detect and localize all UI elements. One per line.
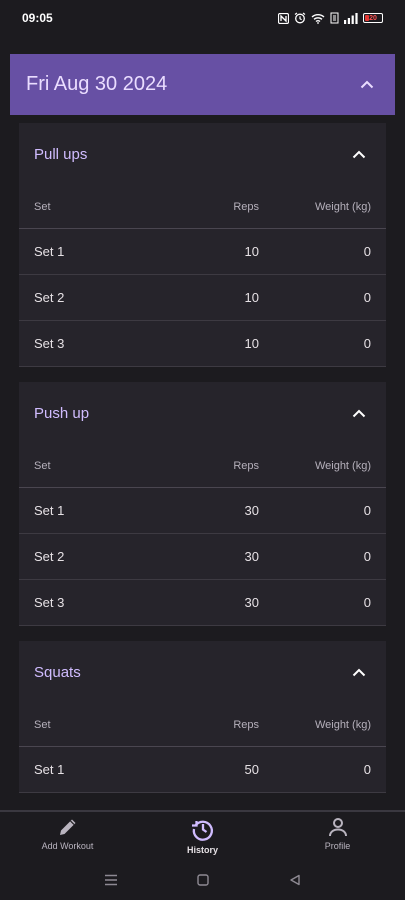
alarm-icon [294,12,306,24]
exercise-name: Squats [34,663,81,681]
header-set: Set [34,718,51,731]
header-reps: Reps [233,718,259,731]
exercise-header[interactable]: Squats [19,641,386,703]
table-row: Set 2 30 0 [19,534,386,580]
signal-icon [344,12,358,24]
volte-icon [330,12,339,24]
cell-reps: 50 [244,762,259,777]
history-icon [191,820,213,841]
cell-weight: 0 [363,244,371,259]
nfc-icon [278,12,289,24]
cell-reps: 30 [244,595,259,610]
cell-weight: 0 [363,336,371,351]
exercise-card-squats: Squats Set Reps Weight (kg) Set 1 50 0 [19,641,386,793]
cell-weight: 0 [363,290,371,305]
header-set: Set [34,459,51,472]
home-button[interactable] [157,874,249,886]
cell-reps: 30 [244,503,259,518]
cell-weight: 0 [363,595,371,610]
battery-icon: 20 [363,13,383,23]
nav-profile[interactable]: Profile [270,812,405,851]
header-weight: Weight (kg) [314,200,371,213]
cell-set: Set 2 [34,549,65,564]
cell-reps: 30 [244,549,259,564]
table-row: Set 2 10 0 [19,275,386,321]
pencil-icon [59,819,75,835]
cell-weight: 0 [363,549,371,564]
chevron-up-icon[interactable] [347,401,371,425]
history-content[interactable]: Fri Aug 30 2024 Pull ups Set Reps Weight… [0,36,405,810]
cell-set: Set 1 [34,762,65,777]
nav-label: Add Workout [41,841,94,851]
date-group-header[interactable]: Fri Aug 30 2024 [10,54,395,115]
chevron-up-icon[interactable] [347,660,371,684]
cell-set: Set 3 [34,336,65,351]
back-button[interactable] [249,874,341,886]
nav-label: History [186,845,218,855]
cell-set: Set 1 [34,503,65,518]
cell-set: Set 1 [34,244,65,259]
recent-apps-button[interactable] [65,874,157,886]
cell-set: Set 2 [34,290,65,305]
person-icon [328,818,347,837]
cell-set: Set 3 [34,595,65,610]
header-weight: Weight (kg) [314,718,371,731]
menu-icon [104,874,117,886]
status-time: 09:05 [22,11,53,25]
cell-weight: 0 [363,762,371,777]
cell-reps: 10 [244,336,259,351]
nav-add-workout[interactable]: Add Workout [0,812,135,851]
wifi-icon [311,13,325,24]
bottom-navigation: Add Workout History Profile [0,810,405,860]
chevron-up-icon[interactable] [355,73,379,97]
table-row: Set 1 10 0 [19,229,386,275]
sets-table-header: Set Reps Weight (kg) [19,185,386,229]
table-row: Set 1 50 0 [19,747,386,793]
sets-table-header: Set Reps Weight (kg) [19,703,386,747]
status-bar: 09:05 20 [0,0,405,36]
exercise-name: Pull ups [34,145,88,163]
nav-label: Profile [324,841,351,851]
back-triangle-icon [289,874,300,886]
table-row: Set 3 10 0 [19,321,386,367]
header-reps: Reps [233,200,259,213]
exercise-name: Push up [34,404,90,422]
sets-table-header: Set Reps Weight (kg) [19,444,386,488]
header-reps: Reps [233,459,259,472]
exercise-header[interactable]: Pull ups [19,123,386,185]
table-row: Set 1 30 0 [19,488,386,534]
exercise-card-pull-ups: Pull ups Set Reps Weight (kg) Set 1 10 0… [19,123,386,367]
battery-level: 20 [369,14,377,22]
square-icon [196,874,209,886]
exercise-header[interactable]: Push up [19,382,386,444]
cell-reps: 10 [244,290,259,305]
chevron-up-icon[interactable] [347,142,371,166]
table-row: Set 3 30 0 [19,580,386,626]
exercise-card-push-up: Push up Set Reps Weight (kg) Set 1 30 0 … [19,382,386,626]
date-label: Fri Aug 30 2024 [26,73,168,95]
system-navigation-bar [0,860,405,900]
header-set: Set [34,200,51,213]
cell-reps: 10 [244,244,259,259]
cell-weight: 0 [363,503,371,518]
nav-history[interactable]: History [135,812,270,855]
status-icons: 20 [278,12,383,24]
header-weight: Weight (kg) [314,459,371,472]
